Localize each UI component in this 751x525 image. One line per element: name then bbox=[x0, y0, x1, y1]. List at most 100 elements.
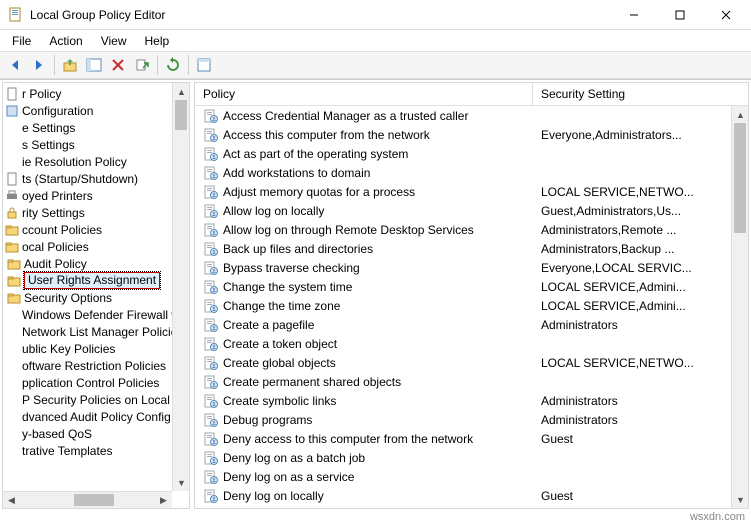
tree-item-label: dvanced Audit Policy Config bbox=[22, 410, 171, 424]
policy-name: Deny log on as a batch job bbox=[223, 451, 533, 465]
menu-help[interactable]: Help bbox=[137, 32, 178, 50]
menu-view[interactable]: View bbox=[93, 32, 135, 50]
properties-button[interactable] bbox=[193, 54, 215, 76]
policy-row[interactable]: Bypass traverse checkingEveryone,LOCAL S… bbox=[195, 258, 748, 277]
toolbar-separator bbox=[188, 55, 189, 75]
policy-icon bbox=[203, 393, 219, 409]
column-headers: Policy Security Setting bbox=[195, 83, 748, 106]
policy-setting: Administrators,Backup ... bbox=[533, 242, 674, 256]
menu-action[interactable]: Action bbox=[41, 32, 90, 50]
tree-item[interactable]: ccount Policies bbox=[3, 221, 189, 238]
tree-item-label: rity Settings bbox=[22, 206, 85, 220]
tree-item[interactable]: Windows Defender Firewall w bbox=[3, 306, 189, 323]
tree-vertical-scrollbar[interactable]: ▲ ▼ bbox=[172, 83, 189, 491]
policy-name: Change the system time bbox=[223, 280, 533, 294]
tree-item[interactable]: dvanced Audit Policy Config bbox=[3, 408, 189, 425]
detail-pane: Policy Security Setting Access Credentia… bbox=[194, 82, 749, 509]
policy-row[interactable]: Adjust memory quotas for a processLOCAL … bbox=[195, 182, 748, 201]
detail-vertical-scrollbar[interactable]: ▲ ▼ bbox=[731, 106, 748, 508]
tree-view[interactable]: r PolicyConfiguratione Settingss Setting… bbox=[3, 83, 189, 508]
tree-item[interactable]: s Settings bbox=[3, 136, 189, 153]
tree-item[interactable]: ie Resolution Policy bbox=[3, 153, 189, 170]
policy-setting: LOCAL SERVICE,NETWO... bbox=[533, 356, 694, 370]
tree-item[interactable]: trative Templates bbox=[3, 442, 189, 459]
show-tree-button[interactable] bbox=[83, 54, 105, 76]
scroll-left-arrow[interactable]: ◀ bbox=[3, 492, 20, 508]
tree-item[interactable]: Configuration bbox=[3, 102, 189, 119]
up-button[interactable] bbox=[59, 54, 81, 76]
tree-item[interactable]: Security Options bbox=[3, 289, 189, 306]
tree-item[interactable]: ublic Key Policies bbox=[3, 340, 189, 357]
tree-item-label: ie Resolution Policy bbox=[22, 155, 127, 169]
policy-row[interactable]: Back up files and directoriesAdministrat… bbox=[195, 239, 748, 258]
policy-setting: Administrators bbox=[533, 318, 618, 332]
policy-row[interactable]: Change the system timeLOCAL SERVICE,Admi… bbox=[195, 277, 748, 296]
tree-item[interactable]: r Policy bbox=[3, 85, 189, 102]
scroll-up-arrow[interactable]: ▲ bbox=[173, 83, 189, 100]
policy-name: Create a token object bbox=[223, 337, 533, 351]
tree-item[interactable]: ocal Policies bbox=[3, 238, 189, 255]
tree-item[interactable]: ts (Startup/Shutdown) bbox=[3, 170, 189, 187]
policy-name: Create global objects bbox=[223, 356, 533, 370]
policy-row[interactable]: Act as part of the operating system bbox=[195, 144, 748, 163]
tree-item-icon bbox=[5, 240, 19, 254]
minimize-button[interactable] bbox=[611, 0, 657, 30]
tree-item[interactable]: User Rights Assignment bbox=[3, 272, 189, 289]
tree-item-label: Audit Policy bbox=[24, 257, 87, 271]
column-header-policy[interactable]: Policy bbox=[195, 83, 533, 105]
scroll-right-arrow[interactable]: ▶ bbox=[155, 492, 172, 508]
policy-row[interactable]: Allow log on locallyGuest,Administrators… bbox=[195, 201, 748, 220]
policy-row[interactable]: Deny log on as a service bbox=[195, 467, 748, 486]
policy-setting: LOCAL SERVICE,Admini... bbox=[533, 280, 686, 294]
delete-button[interactable] bbox=[107, 54, 129, 76]
tree-item-icon bbox=[5, 87, 19, 101]
policy-name: Deny access to this computer from the ne… bbox=[223, 432, 533, 446]
tree-horizontal-scrollbar[interactable]: ◀ ▶ bbox=[3, 491, 172, 508]
tree-item-icon bbox=[5, 155, 19, 169]
policy-row[interactable]: Add workstations to domain bbox=[195, 163, 748, 182]
tree-item[interactable]: pplication Control Policies bbox=[3, 374, 189, 391]
policy-list[interactable]: Access Credential Manager as a trusted c… bbox=[195, 106, 748, 508]
policy-setting: Administrators bbox=[533, 394, 618, 408]
policy-row[interactable]: Create a pagefileAdministrators bbox=[195, 315, 748, 334]
refresh-button[interactable] bbox=[162, 54, 184, 76]
tree-item[interactable]: P Security Policies on Local C bbox=[3, 391, 189, 408]
scroll-up-arrow[interactable]: ▲ bbox=[732, 106, 748, 123]
scroll-thumb[interactable] bbox=[175, 100, 187, 130]
tree-item[interactable]: oftware Restriction Policies bbox=[3, 357, 189, 374]
scroll-down-arrow[interactable]: ▼ bbox=[173, 474, 189, 491]
tree-item[interactable]: Network List Manager Policies bbox=[3, 323, 189, 340]
menu-file[interactable]: File bbox=[4, 32, 39, 50]
tree-item[interactable]: Audit Policy bbox=[3, 255, 189, 272]
close-button[interactable] bbox=[703, 0, 749, 30]
tree-item[interactable]: y-based QoS bbox=[3, 425, 189, 442]
policy-icon bbox=[203, 241, 219, 257]
policy-row[interactable]: Access Credential Manager as a trusted c… bbox=[195, 106, 748, 125]
policy-row[interactable]: Debug programsAdministrators bbox=[195, 410, 748, 429]
policy-row[interactable]: Create permanent shared objects bbox=[195, 372, 748, 391]
policy-icon bbox=[203, 317, 219, 333]
policy-row[interactable]: Create symbolic linksAdministrators bbox=[195, 391, 748, 410]
nav-forward-button[interactable] bbox=[28, 54, 50, 76]
export-button[interactable] bbox=[131, 54, 153, 76]
policy-row[interactable]: Allow log on through Remote Desktop Serv… bbox=[195, 220, 748, 239]
policy-row[interactable]: Create a token object bbox=[195, 334, 748, 353]
window-title: Local Group Policy Editor bbox=[30, 8, 165, 22]
column-header-setting[interactable]: Security Setting bbox=[533, 83, 748, 105]
policy-row[interactable]: Deny log on locallyGuest bbox=[195, 486, 748, 505]
policy-row[interactable]: Deny access to this computer from the ne… bbox=[195, 429, 748, 448]
policy-row[interactable]: Create global objectsLOCAL SERVICE,NETWO… bbox=[195, 353, 748, 372]
scroll-thumb[interactable] bbox=[734, 123, 746, 233]
tree-item[interactable]: e Settings bbox=[3, 119, 189, 136]
maximize-button[interactable] bbox=[657, 0, 703, 30]
nav-back-button[interactable] bbox=[4, 54, 26, 76]
policy-icon bbox=[203, 222, 219, 238]
policy-row[interactable]: Access this computer from the networkEve… bbox=[195, 125, 748, 144]
scroll-down-arrow[interactable]: ▼ bbox=[732, 491, 748, 508]
tree-item[interactable]: rity Settings bbox=[3, 204, 189, 221]
tree-item[interactable]: oyed Printers bbox=[3, 187, 189, 204]
policy-name: Adjust memory quotas for a process bbox=[223, 185, 533, 199]
policy-row[interactable]: Change the time zoneLOCAL SERVICE,Admini… bbox=[195, 296, 748, 315]
policy-row[interactable]: Deny log on as a batch job bbox=[195, 448, 748, 467]
scroll-thumb[interactable] bbox=[74, 494, 114, 506]
